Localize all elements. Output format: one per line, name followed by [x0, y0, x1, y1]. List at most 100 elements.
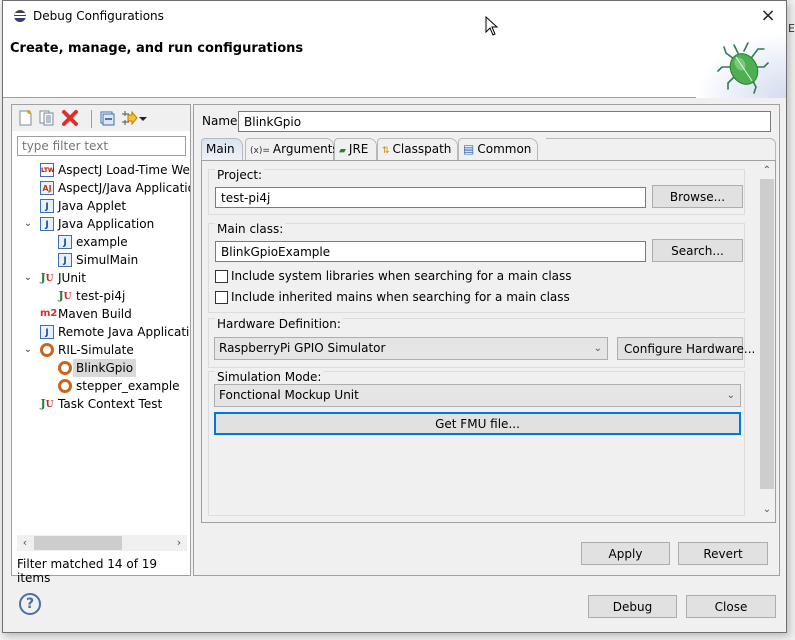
aspectj-app-icon: AJ — [40, 181, 54, 195]
simulation-mode-label: Simulation Mode: — [215, 370, 324, 384]
include-inherited-mains-checkbox[interactable] — [215, 291, 228, 304]
tree-horizontal-scrollbar[interactable]: ‹ › — [17, 535, 187, 551]
maven-icon: m2 — [40, 308, 58, 319]
include-system-libraries-option[interactable]: Include system libraries when searching … — [215, 269, 572, 285]
project-group: Project: Browse... — [208, 168, 745, 215]
tree-item-label: AspectJ/Java Applicatio — [58, 181, 190, 195]
junit-icon: JU — [58, 289, 72, 302]
common-icon: ▤ — [463, 142, 475, 156]
chevron-down-icon[interactable]: ⌄ — [22, 215, 34, 233]
tree-item[interactable]: JU Task Context Test — [12, 395, 190, 413]
scroll-down-icon[interactable]: ⌄ — [759, 502, 775, 518]
classpath-icon: ⇅ — [382, 146, 390, 156]
revert-button[interactable]: Revert — [678, 542, 768, 565]
hardware-definition-select[interactable]: RaspberryPi GPIO Simulator ⌄ — [214, 337, 608, 360]
tab-jre[interactable]: ▰ JRE — [334, 138, 377, 160]
include-system-libraries-checkbox[interactable] — [215, 270, 228, 283]
jre-icon: ▰ — [339, 146, 346, 156]
tree-item[interactable]: Jexample — [12, 233, 190, 251]
tree-item[interactable]: ⌄ JU JUnit — [12, 269, 190, 287]
close-window-button[interactable]: × — [756, 5, 780, 29]
new-configuration-icon[interactable] — [17, 109, 35, 127]
filter-icon[interactable] — [120, 109, 138, 127]
tab-common[interactable]: ▤ Common — [458, 138, 538, 160]
background-window-edge: EE — [787, 0, 795, 640]
tree-item-label: Task Context Test — [58, 397, 163, 411]
tree-item-label: Maven Build — [58, 307, 132, 321]
java-applet-icon: J — [40, 199, 54, 213]
main-class-input[interactable] — [215, 241, 646, 262]
title-bar: Debug Configurations × — [3, 1, 786, 33]
tab-main-label: Main — [206, 142, 235, 156]
duplicate-icon[interactable] — [38, 109, 56, 127]
delete-icon[interactable] — [61, 109, 79, 127]
scroll-left-icon[interactable]: ‹ — [17, 535, 33, 551]
project-input[interactable] — [215, 187, 646, 208]
tree-item[interactable]: AJ AspectJ/Java Applicatio — [12, 179, 190, 197]
toolbar-separator — [91, 110, 92, 128]
tab-common-label: Common — [477, 142, 532, 156]
task-context-icon: JU — [40, 397, 54, 410]
hardware-definition-label: Hardware Definition: — [215, 317, 343, 331]
scroll-up-icon[interactable]: ⌃ — [759, 163, 775, 179]
tree-item[interactable]: J Remote Java Applicatior — [12, 323, 190, 341]
tree-item-label: RIL-Simulate — [58, 343, 134, 357]
scroll-thumb[interactable] — [760, 179, 774, 489]
tree-item-label: BlinkGpio — [73, 359, 137, 377]
tree-item[interactable]: LTW AspectJ Load-Time Wea — [12, 161, 190, 179]
tree-item-label: AspectJ Load-Time Wea — [58, 163, 190, 177]
tab-arguments-label: Arguments — [272, 142, 339, 156]
search-button[interactable]: Search... — [652, 239, 743, 262]
eclipse-icon — [14, 10, 26, 22]
tree-item[interactable]: J Java Applet — [12, 197, 190, 215]
include-inherited-mains-label: Include inherited mains when searching f… — [231, 290, 570, 304]
configuration-editor-panel: Name: Main (x)=Arguments ▰JRE ⇅Classpath… — [193, 104, 780, 576]
name-label: Name: — [202, 114, 242, 128]
configuration-tree-panel: LTWAspectJ Load-Time Wea AJ AspectJ/Java A… — [11, 104, 191, 585]
ril-simulate-icon — [58, 361, 72, 375]
content-vertical-scrollbar[interactable]: ⌃ ⌄ — [759, 163, 775, 518]
collapse-all-icon[interactable] — [98, 109, 116, 127]
view-menu-icon[interactable] — [138, 109, 148, 127]
debug-button[interactable]: Debug — [588, 595, 677, 618]
name-input[interactable] — [238, 111, 771, 132]
tree-item[interactable]: JU test-pi4j — [12, 287, 190, 305]
chevron-down-icon: ⌄ — [726, 390, 735, 401]
tree-item-label: Remote Java Applicatior — [58, 325, 190, 339]
close-button[interactable]: Close — [686, 595, 776, 618]
scroll-thumb[interactable] — [34, 536, 122, 550]
tree-item[interactable]: stepper_example — [12, 377, 190, 395]
tree-item-label: stepper_example — [76, 379, 180, 393]
include-inherited-mains-option[interactable]: Include inherited mains when searching f… — [215, 290, 570, 306]
apply-button[interactable]: Apply — [581, 542, 670, 565]
tab-main[interactable]: Main — [201, 138, 243, 160]
debug-configurations-dialog: Debug Configurations × Create, manage, a… — [2, 0, 787, 633]
ril-simulate-icon — [58, 379, 72, 393]
chevron-down-icon[interactable]: ⌄ — [22, 269, 34, 287]
tree-item[interactable]: J SimulMain — [12, 251, 190, 269]
tab-bar: Main (x)= Arguments ▰ JRE ⇅ Classpath ▤ Comm… — [201, 138, 776, 160]
configure-hardware-button[interactable]: Configure Hardware... — [617, 337, 755, 360]
tree-item[interactable]: BlinkGpio — [12, 359, 190, 377]
tree-item-label: Java Applet — [58, 199, 127, 213]
tab-classpath[interactable]: ⇅ Classpath — [377, 138, 458, 160]
help-icon[interactable]: ? — [19, 593, 41, 615]
scroll-right-icon[interactable]: › — [171, 535, 187, 551]
browse-button[interactable]: Browse... — [652, 185, 743, 208]
tab-bar-border — [546, 138, 776, 160]
hardware-definition-group: Hardware Definition: RaspberryPi GPIO Si… — [208, 317, 755, 368]
tree-item[interactable]: ⌄ J Java Application — [12, 215, 190, 233]
ltw-icon: LTW — [40, 163, 55, 177]
filter-input[interactable] — [17, 136, 186, 156]
get-fmu-file-button[interactable]: Get FMU file... — [214, 412, 741, 435]
chevron-down-icon[interactable]: ⌄ — [22, 341, 34, 359]
simulation-mode-select[interactable]: Fonctional Mockup Unit ⌄ — [214, 384, 741, 407]
tree-item-label: example — [76, 235, 128, 249]
tab-arguments[interactable]: (x)= Arguments — [245, 138, 339, 160]
java-app-icon: J — [58, 235, 72, 249]
tree-item[interactable]: m2 Maven Build — [12, 305, 190, 323]
dialog-header: Create, manage, and run configurations — [3, 16, 786, 98]
tree-toolbar — [12, 105, 190, 131]
tree-item[interactable]: ⌄ RIL-Simulate — [12, 341, 190, 359]
ril-simulate-icon — [40, 343, 54, 357]
